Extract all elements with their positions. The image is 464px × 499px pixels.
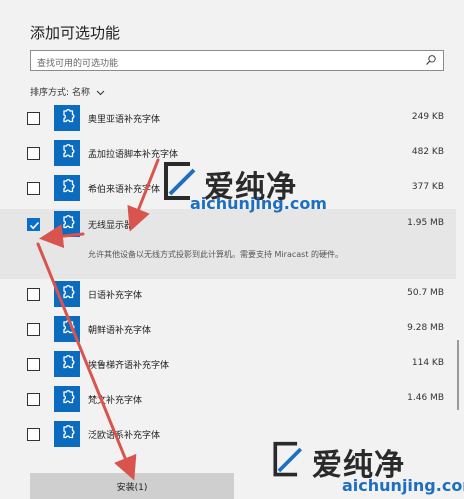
install-button[interactable]: 安装(1) <box>30 473 234 499</box>
feature-checkbox[interactable] <box>27 357 40 371</box>
puzzle-icon <box>54 350 80 377</box>
feature-row[interactable]: 泛欧语系补充字体 <box>0 419 456 454</box>
feature-name: 朝鲜语补充字体 <box>88 325 152 336</box>
feature-name: 奥里亚语补充字体 <box>88 115 161 125</box>
feature-checkbox[interactable] <box>27 217 40 231</box>
feature-name: 无线显示器 <box>88 220 134 231</box>
feature-row[interactable]: 孟加拉语脚本补充字体 482 KB <box>0 138 456 173</box>
feature-row[interactable]: 奥里亚语补充字体 249 KB <box>0 103 456 138</box>
feature-row[interactable]: 梵文补充字体 1.46 MB <box>0 384 456 419</box>
feature-row[interactable]: 朝鲜语补充字体 9.28 MB <box>0 314 456 349</box>
feature-checkbox[interactable] <box>27 112 40 125</box>
feature-size: 482 KB <box>411 147 444 158</box>
feature-row[interactable]: 希伯来语补充字体 377 KB <box>0 173 456 208</box>
feature-size: 114 KB <box>411 357 444 368</box>
feature-checkbox[interactable] <box>27 147 40 161</box>
feature-size: 50.7 MB <box>407 287 444 298</box>
feature-name: 泛欧语系补充字体 <box>88 431 161 442</box>
feature-checkbox[interactable] <box>27 393 40 407</box>
checkmark-icon <box>29 221 40 229</box>
sort-label: 排序方式: <box>30 88 70 98</box>
feature-description: 允许其他设备以无线方式投影到此计算机。需要支持 Miracast 的硬件。 <box>88 249 344 259</box>
puzzle-icon <box>54 140 80 167</box>
search-input[interactable] <box>31 54 423 74</box>
feature-checkbox[interactable] <box>27 428 40 442</box>
feature-name: 日语补充字体 <box>88 290 143 301</box>
puzzle-icon <box>54 315 80 342</box>
feature-size: 1.46 MB <box>407 393 444 404</box>
feature-name: 希伯来语补充字体 <box>88 185 161 196</box>
feature-size: 249 KB <box>411 112 444 122</box>
feature-name: 孟加拉语脚本补充字体 <box>88 150 179 161</box>
feature-checkbox[interactable] <box>27 322 40 336</box>
feature-size: 1.95 MB <box>407 217 444 228</box>
puzzle-icon <box>54 175 80 202</box>
search-box[interactable] <box>30 50 444 74</box>
puzzle-icon <box>54 280 80 307</box>
puzzle-icon <box>54 105 80 131</box>
puzzle-icon <box>54 386 80 413</box>
chevron-down-icon[interactable] <box>96 90 105 96</box>
feature-name: 埃鲁梯齐语补充字体 <box>88 360 170 371</box>
feature-size: 377 KB <box>411 182 444 193</box>
sort-value[interactable]: 名称 <box>72 88 90 98</box>
puzzle-icon <box>54 210 80 237</box>
feature-list: 奥里亚语补充字体 249 KB 孟加拉语脚本补充字体 482 KB 希伯来语补充字体 37… <box>0 103 456 460</box>
watermark-url: aichunjing.com <box>342 476 464 495</box>
dialog-title: 添加可选功能 <box>30 24 121 42</box>
feature-checkbox[interactable] <box>27 287 40 301</box>
puzzle-icon <box>54 421 80 448</box>
feature-size: 9.28 MB <box>407 322 444 333</box>
feature-checkbox[interactable] <box>27 182 40 196</box>
feature-row[interactable]: 日语补充字体 50.7 MB <box>0 279 456 314</box>
feature-row[interactable]: 埃鲁梯齐语补充字体 114 KB <box>0 349 456 384</box>
sort-control[interactable]: 排序方式: 名称 <box>30 85 105 98</box>
scrollbar[interactable] <box>457 340 459 410</box>
feature-row[interactable]: 无线显示器 1.95 MB 允许其他设备以无线方式投影到此计算机。需要支持 Mira… <box>0 208 456 279</box>
feature-name: 梵文补充字体 <box>88 396 143 407</box>
search-icon[interactable] <box>425 54 437 66</box>
